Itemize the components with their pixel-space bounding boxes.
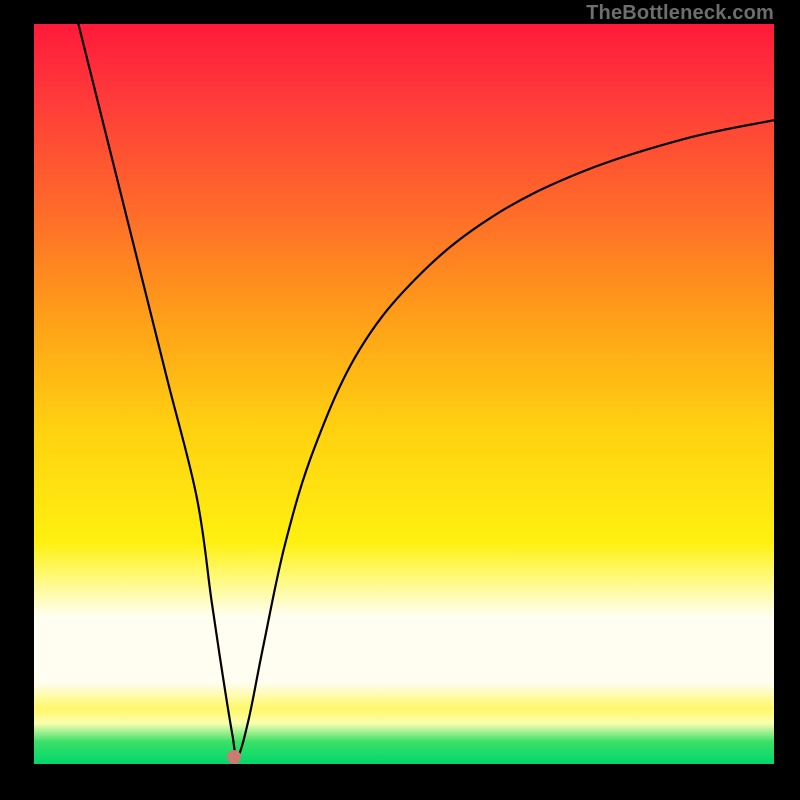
plot-area — [34, 24, 774, 764]
watermark-text: TheBottleneck.com — [586, 2, 774, 25]
optimal-point-marker — [227, 750, 241, 764]
bottleneck-curve — [34, 24, 774, 764]
chart-frame: TheBottleneck.com — [0, 0, 800, 800]
